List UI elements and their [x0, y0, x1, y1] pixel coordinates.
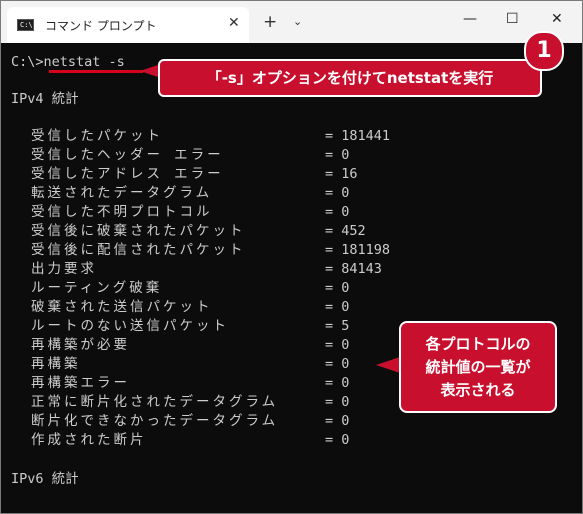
- command-line: C:\>netstat -s: [11, 54, 125, 70]
- callout-stats-shown: 各プロトコルの 統計値の一覧が 表示される: [399, 321, 557, 413]
- stat-label: 受信したパケット: [31, 128, 163, 144]
- stat-label: 受信後に破棄されたパケット: [31, 223, 246, 239]
- stat-value: = 0: [325, 394, 350, 410]
- callout2-line: 各プロトコルの: [425, 335, 531, 353]
- terminal-icon-text: C:\: [20, 21, 33, 29]
- stat-value: = 181198: [325, 242, 391, 258]
- terminal-window: C:\ コマンド プロンプト ✕ + ⌄ — ☐ ✕ C:\>netstat -…: [0, 0, 583, 514]
- stat-value: = 0: [325, 147, 350, 163]
- stat-value: = 0: [325, 337, 350, 353]
- stat-label: ルーティング破棄: [31, 280, 163, 296]
- stat-label: 転送されたデータグラム: [31, 185, 213, 201]
- tab-command-prompt[interactable]: C:\ コマンド プロンプト ✕: [7, 7, 249, 43]
- stat-value: = 0: [325, 204, 350, 220]
- chevron-down-icon[interactable]: ⌄: [293, 15, 302, 28]
- terminal-output[interactable]: C:\>netstat -s IPv4 統計 受信したパケット = 181441 受…: [1, 43, 582, 513]
- stat-label: 受信したアドレス エラー: [31, 166, 224, 182]
- stat-label: 出力要求: [31, 261, 97, 277]
- new-tab-button[interactable]: +: [263, 14, 277, 31]
- step-badge: 1: [524, 31, 564, 71]
- stat-value: = 0: [325, 280, 350, 296]
- callout2-line: 統計値の一覧が: [425, 358, 531, 376]
- stat-label: ルートのない送信パケット: [31, 318, 229, 334]
- close-tab-icon[interactable]: ✕: [228, 15, 240, 31]
- title-bar: C:\ コマンド プロンプト ✕ + ⌄ — ☐ ✕: [1, 1, 582, 43]
- stat-label: 再構築エラー: [31, 375, 130, 391]
- stat-value: = 84143: [325, 261, 382, 277]
- callout2-pointer: [376, 357, 400, 373]
- stat-value: = 0: [325, 299, 350, 315]
- stat-label: 破棄された送信パケット: [31, 299, 213, 315]
- stat-label: 受信後に配信されたパケット: [31, 242, 246, 258]
- stat-label: 正常に断片化されたデータグラム: [31, 394, 279, 410]
- stat-value: = 16: [325, 166, 358, 182]
- stat-value: = 0: [325, 375, 350, 391]
- stat-value: = 5: [325, 318, 350, 334]
- stat-label: 受信した不明プロトコル: [31, 204, 213, 220]
- prompt: C:\>: [11, 54, 44, 70]
- stat-value: = 452: [325, 223, 366, 239]
- stat-value: = 181441: [325, 128, 391, 144]
- callout-run-netstat: 「-s」オプションを付けてnetstatを実行: [158, 59, 542, 97]
- stat-label: 断片化できなかったデータグラム: [31, 413, 279, 429]
- stat-value: = 0: [325, 432, 350, 448]
- stat-label: 再構築が必要: [31, 337, 130, 353]
- tab-title: コマンド プロンプト: [45, 19, 157, 33]
- close-button[interactable]: ✕: [551, 11, 563, 27]
- stat-value: = 0: [325, 356, 350, 372]
- callout2-line: 表示される: [440, 381, 516, 399]
- maximize-button[interactable]: ☐: [506, 11, 519, 27]
- ipv6-header: IPv6 統計: [11, 471, 79, 487]
- stat-label: 作成された断片: [31, 432, 147, 448]
- command-underline: [49, 70, 143, 73]
- stat-label: 再構築: [31, 356, 81, 372]
- callout1-pointer: [140, 65, 158, 77]
- terminal-icon: C:\: [17, 19, 34, 31]
- minimize-button[interactable]: —: [463, 11, 477, 27]
- stat-value: = 0: [325, 185, 350, 201]
- stat-value: = 0: [325, 413, 350, 429]
- ipv4-header: IPv4 統計: [11, 91, 79, 107]
- stat-label: 受信したヘッダー エラー: [31, 147, 224, 163]
- command-text: netstat -s: [43, 54, 125, 70]
